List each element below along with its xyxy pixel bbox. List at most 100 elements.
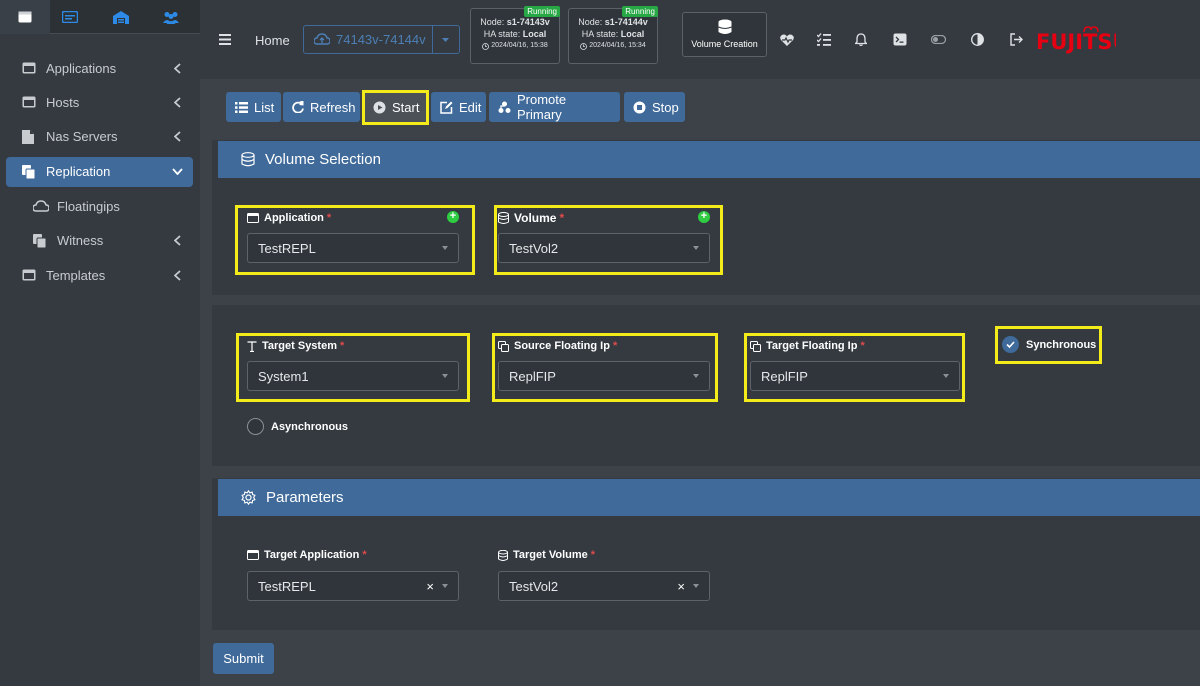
promote-primary-button[interactable]: Promote Primary (489, 92, 620, 122)
database-icon (498, 212, 509, 224)
chevron-left-icon (174, 270, 181, 281)
sidebar-item-label: Witness (57, 233, 104, 248)
ha-label: HA state: (581, 29, 619, 39)
refresh-button-label: Refresh (310, 99, 356, 115)
heartbeat-icon[interactable] (780, 34, 794, 46)
add-volume-icon[interactable]: + (698, 211, 710, 223)
ha-label: HA state: (483, 29, 521, 39)
clear-icon[interactable]: × (426, 579, 434, 594)
volume-select[interactable]: TestVol2 (498, 233, 710, 263)
target-floating-ip-select[interactable]: ReplFIP (750, 361, 960, 391)
start-button[interactable]: Start (364, 92, 427, 122)
node-label: Node: (480, 17, 505, 27)
volume-creation-label: Volume Creation (691, 39, 758, 49)
edit-button[interactable]: Edit (431, 92, 486, 122)
contrast-icon[interactable] (971, 33, 984, 46)
refresh-button[interactable]: Refresh (283, 92, 360, 122)
list-button-label: List (254, 99, 275, 115)
gear-icon (241, 490, 256, 505)
select-value: ReplFIP (509, 368, 556, 384)
window-tab-icon[interactable] (0, 0, 50, 34)
chevron-left-icon (174, 63, 181, 74)
sidebar: Applications Hosts Nas Servers Replicati… (0, 0, 200, 686)
stop-circle-icon (633, 101, 646, 114)
list-button[interactable]: List (226, 92, 281, 122)
radio-circle (247, 418, 264, 435)
sidebar-item-label: Replication (46, 164, 111, 179)
section-title: Volume Selection (265, 151, 381, 168)
select-value: TestREPL (258, 578, 316, 594)
volume-selection-header: Volume Selection (218, 141, 1200, 178)
copy-icon (750, 340, 761, 352)
stop-button[interactable]: Stop (624, 92, 685, 122)
divider (432, 26, 433, 53)
chevron-down-icon (693, 374, 699, 378)
select-value: TestVol2 (509, 578, 559, 594)
target-volume-select[interactable]: TestVol2 × (498, 571, 710, 601)
chevron-down-icon (693, 584, 699, 588)
select-value: TestREPL (258, 240, 316, 256)
synchronous-radio[interactable]: Synchronous (1002, 336, 1096, 353)
asynchronous-radio[interactable]: Asynchronous (247, 418, 348, 435)
terminal-icon[interactable] (893, 33, 907, 46)
radio-label: Synchronous (1026, 338, 1097, 351)
submit-button[interactable]: Submit (213, 643, 274, 674)
sidebar-item-witness[interactable]: Witness (6, 226, 193, 256)
tasks-icon[interactable] (817, 33, 831, 46)
list-icon (235, 101, 248, 113)
sidebar-item-applications[interactable]: Applications (6, 54, 193, 84)
promote-icon (498, 101, 511, 114)
source-floating-ip-select[interactable]: ReplFIP (498, 361, 710, 391)
clock-icon (580, 42, 588, 50)
status-badge: Running (622, 6, 658, 17)
database-icon (498, 549, 508, 561)
node-label: Node: (578, 17, 603, 27)
window-icon (247, 550, 259, 560)
sidebar-item-nas-servers[interactable]: Nas Servers (6, 122, 193, 152)
clear-icon[interactable]: × (677, 579, 685, 594)
bell-icon[interactable] (855, 33, 867, 46)
volume-field-label: Volume * (498, 211, 564, 225)
chevron-down-icon (442, 246, 448, 250)
target-system-select[interactable]: System1 (247, 361, 459, 391)
application-select[interactable]: TestREPL (247, 233, 459, 263)
sidebar-item-label: Templates (46, 268, 106, 283)
cloud-icon (33, 200, 49, 212)
select-value: System1 (258, 368, 309, 384)
chevron-down-icon (943, 374, 949, 378)
promote-primary-label: Promote Primary (517, 92, 567, 122)
node-status-card: Running Node: s1-74143v HA state: Local … (470, 6, 560, 64)
card-tab-icon[interactable] (45, 0, 95, 34)
home-link[interactable]: Home (255, 33, 290, 48)
toggle-icon[interactable] (931, 35, 946, 44)
sidebar-item-hosts[interactable]: Hosts (6, 88, 193, 118)
edit-button-label: Edit (459, 99, 482, 115)
sidebar-item-label: Nas Servers (46, 129, 118, 144)
section-title: Parameters (266, 489, 344, 506)
sidebar-item-floatingips[interactable]: Floatingips (6, 192, 193, 222)
logout-icon[interactable] (1010, 33, 1024, 46)
copy-icon (33, 234, 47, 248)
sidebar-item-replication[interactable]: Replication (6, 157, 193, 187)
target-application-select[interactable]: TestREPL × (247, 571, 459, 601)
select-value: TestVol2 (509, 240, 559, 256)
play-circle-icon (373, 101, 386, 114)
fujitsu-logo: FUJITSU (1036, 25, 1116, 55)
hamburger-menu-icon[interactable] (219, 34, 231, 45)
text-icon (247, 340, 257, 352)
warehouse-tab-icon[interactable] (96, 0, 146, 34)
add-application-icon[interactable]: + (447, 211, 459, 223)
parameters-header: Parameters (218, 479, 1200, 516)
sidebar-item-templates[interactable]: Templates (6, 261, 193, 291)
window-icon (22, 269, 36, 281)
clock-icon (482, 42, 490, 50)
check-icon (1002, 336, 1019, 353)
cluster-select[interactable]: 74143v-74144v (303, 25, 460, 54)
cloud-upload-icon (314, 33, 330, 45)
volume-creation-button[interactable]: Volume Creation (682, 12, 767, 57)
users-tab-icon[interactable] (146, 0, 196, 34)
start-button-label: Start (392, 99, 420, 115)
file-icon (22, 130, 34, 144)
node-status-card: Running Node: s1-74144v HA state: Local … (568, 6, 658, 64)
copy-icon (22, 165, 36, 179)
